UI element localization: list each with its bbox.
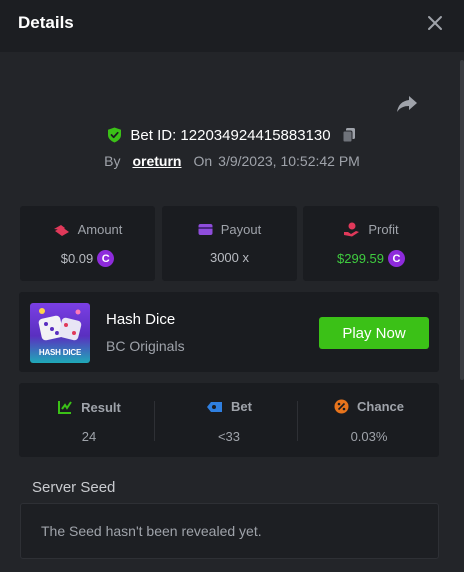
result-value: 24: [81, 429, 97, 444]
divider: [154, 401, 155, 441]
bet-datetime: 3/9/2023, 10:52:42 PM: [218, 153, 360, 169]
play-now-button[interactable]: Play Now: [319, 317, 429, 349]
result-icon: [58, 401, 72, 414]
bet-label: Bet: [231, 399, 252, 414]
bet-id-text: Bet ID: 122034924415883130: [130, 126, 331, 144]
game-thumbnail[interactable]: HASH DICE: [30, 303, 90, 363]
bet-id-row: Bet ID: 122034924415883130: [0, 124, 464, 146]
payout-label: Payout: [220, 222, 262, 237]
thumbnail-text: HASH DICE: [38, 348, 82, 357]
result-label: Result: [81, 399, 121, 415]
result-column: Result 24: [19, 383, 159, 457]
percent-icon: [334, 399, 349, 414]
dice-icon: [38, 308, 82, 341]
profit-label: Profit: [368, 222, 399, 237]
scrollbar[interactable]: [460, 60, 464, 380]
bet-column: Bet <33: [159, 383, 299, 457]
share-icon[interactable]: [396, 94, 418, 114]
amount-label: Amount: [77, 222, 123, 237]
server-seed-text: The Seed hasn't been revealed yet.: [41, 523, 262, 539]
chance-value: 0.03%: [350, 429, 388, 444]
on-label: On: [193, 153, 213, 169]
profit-value: $299.59: [337, 251, 384, 266]
user-link[interactable]: oreturn: [132, 153, 181, 169]
profit-icon: [344, 222, 360, 237]
chance-column: Chance 0.03%: [299, 383, 439, 457]
amount-icon: [53, 224, 69, 236]
game-name: Hash Dice: [106, 311, 176, 328]
payout-card: Payout 3000 x: [162, 206, 297, 281]
amount-value: $0.09: [60, 251, 94, 266]
coin-icon: C: [388, 250, 405, 267]
coin-icon: C: [97, 250, 115, 267]
game-card: HASH DICE Hash Dice BC Originals Play No…: [19, 292, 439, 372]
payout-icon: [198, 224, 213, 235]
bet-byline: By oreturn On 3/9/2023, 10:52:42 PM: [0, 151, 464, 171]
result-card: Result 24 Bet <33 Chance 0.03%: [19, 383, 439, 457]
server-seed-title: Server Seed: [32, 479, 116, 496]
page-title: Details: [18, 13, 74, 32]
chance-label: Chance: [357, 399, 404, 414]
bet-value: <33: [217, 429, 241, 444]
close-icon[interactable]: [426, 14, 444, 32]
payout-value: 3000 x: [209, 250, 250, 265]
amount-card: Amount $0.09 C: [20, 206, 155, 281]
server-seed-box: The Seed hasn't been revealed yet.: [20, 503, 439, 559]
bet-tag-icon: [207, 401, 223, 412]
divider: [297, 401, 298, 441]
by-label: By: [104, 153, 121, 169]
details-header: Details: [0, 0, 464, 52]
game-provider: BC Originals: [106, 338, 185, 354]
profit-card: Profit $299.59 C: [303, 206, 439, 281]
copy-icon[interactable]: [341, 127, 357, 143]
shield-check-icon: [108, 127, 122, 143]
